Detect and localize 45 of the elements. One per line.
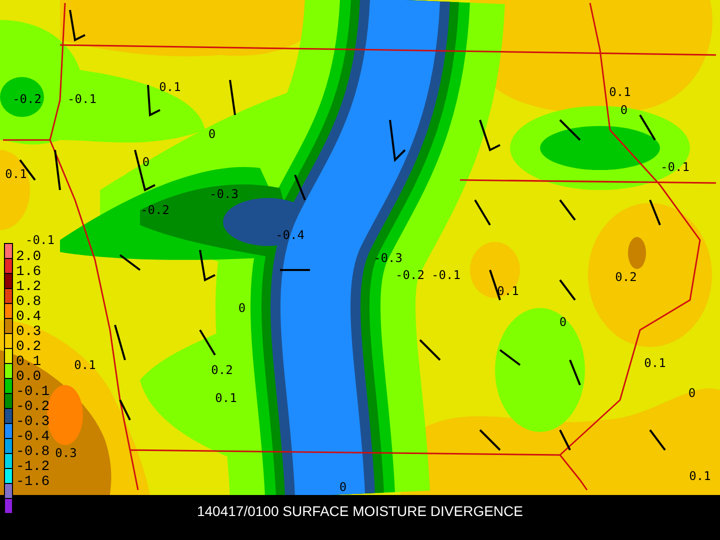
- contour-label: 0: [208, 127, 216, 141]
- contour-label: -0.1: [660, 160, 690, 174]
- contour-label: -0.1: [26, 233, 54, 247]
- contour-label: -0.3: [374, 251, 402, 265]
- contour-label: 0: [688, 386, 696, 400]
- contour-label: 0: [620, 103, 628, 117]
- contour-label: -0.1: [68, 92, 96, 106]
- legend-label: 1.2: [16, 280, 42, 295]
- contour-label: 0: [238, 301, 246, 315]
- legend-label: 2.0: [16, 250, 42, 265]
- contour-label: 0.1: [74, 358, 96, 372]
- contour-label: 0.1: [215, 391, 237, 405]
- legend-label: 0.3: [16, 325, 42, 340]
- legend-label: 0.8: [16, 295, 42, 310]
- contour-label: 0.1: [689, 469, 711, 483]
- legend-label: 0.0: [16, 370, 42, 385]
- legend-label: 1.6: [16, 265, 42, 280]
- contour-label: 0.1: [644, 356, 666, 370]
- legend-label: -0.4: [16, 430, 50, 445]
- contour-label: 0: [142, 155, 150, 169]
- legend-label: -0.2: [16, 400, 50, 415]
- legend-label: -0.1: [16, 385, 50, 400]
- contour-label: -0.4: [276, 228, 304, 242]
- legend-label: -1.2: [16, 460, 50, 475]
- contour-label: 0.2: [211, 363, 233, 377]
- contour-label: 0.3: [55, 446, 77, 460]
- legend-label: -1.6: [16, 475, 50, 490]
- legend-label: 0.1: [16, 355, 42, 370]
- legend-label: -0.3: [16, 415, 50, 430]
- legend-label: 0.4: [16, 310, 42, 325]
- legend-label: -0.8: [16, 445, 50, 460]
- contour-label: -0.2: [396, 268, 424, 282]
- contour-label: -0.3: [210, 187, 238, 201]
- contour-label: 0.1: [5, 167, 27, 181]
- map-caption: 140417/0100 SURFACE MOISTURE DIVERGENCE: [196, 503, 523, 519]
- contour-label: 0: [559, 315, 567, 329]
- contour-label: -0.1: [432, 268, 460, 282]
- contour-label: 0.2: [615, 270, 637, 284]
- legend-label: 0.2: [16, 340, 42, 355]
- contour-label: 0.1: [609, 85, 631, 99]
- contour-label: 0: [339, 480, 347, 494]
- contour-label: -0.2: [140, 203, 170, 217]
- contour-label: 0.1: [497, 284, 519, 298]
- contour-label: 0.1: [159, 80, 181, 94]
- contour-label: -0.2: [12, 92, 42, 106]
